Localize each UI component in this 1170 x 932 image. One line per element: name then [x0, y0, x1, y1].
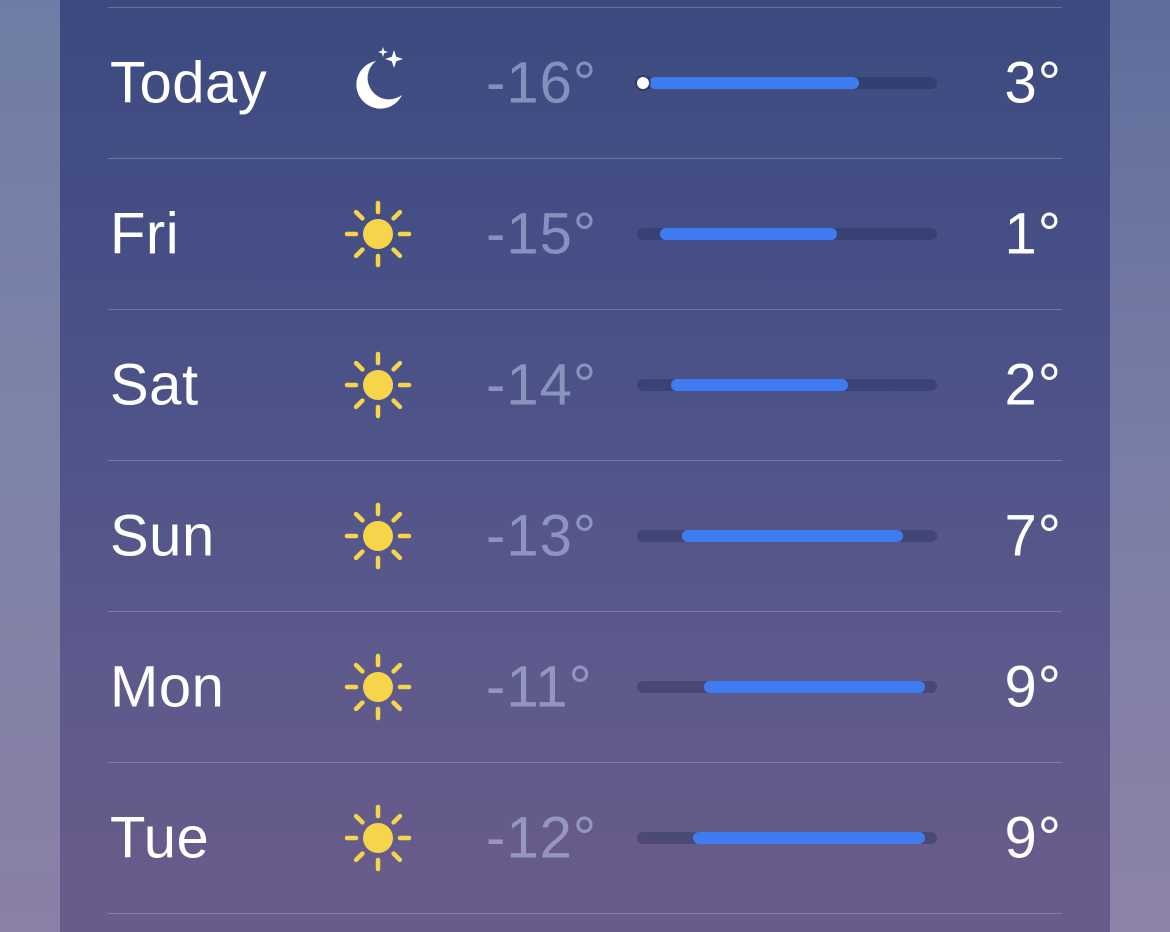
low-temp: -16°	[486, 50, 598, 116]
forecast-row-tue[interactable]: Tue -12° 9°	[108, 763, 1062, 913]
high-temp: 3°	[1004, 50, 1062, 116]
forecast-row-today[interactable]: Today -16° 3°	[108, 8, 1062, 158]
day-label: Sun	[110, 503, 215, 569]
sun-icon	[342, 349, 414, 421]
background-right-edge	[1110, 0, 1170, 932]
high-temp: 2°	[1004, 352, 1062, 418]
low-temp: -14°	[486, 352, 598, 418]
row-divider	[108, 913, 1062, 914]
low-temp: -12°	[486, 805, 598, 871]
temp-range-fill	[649, 77, 859, 89]
temp-range-fill	[660, 228, 837, 240]
forecast-row-fri[interactable]: Fri -15° 1°	[108, 159, 1062, 309]
high-temp: 1°	[1004, 201, 1062, 267]
high-temp: 7°	[1004, 503, 1062, 569]
temp-range-fill	[682, 530, 903, 542]
sun-icon	[342, 500, 414, 572]
sun-icon	[342, 198, 414, 270]
forecast-row-sun[interactable]: Sun -13° 7°	[108, 461, 1062, 611]
day-label: Mon	[110, 654, 225, 720]
forecast-row-mon[interactable]: Mon -11° 9°	[108, 612, 1062, 762]
day-label: Today	[110, 50, 268, 116]
low-temp: -13°	[486, 503, 598, 569]
day-label: Fri	[110, 201, 180, 267]
day-label: Tue	[110, 805, 210, 871]
daily-forecast-panel[interactable]: Today -16° 3° Fri -15° 1° Sat -14° 2° Su…	[60, 0, 1110, 932]
high-temp: 9°	[1004, 654, 1062, 720]
temp-range-bar	[637, 530, 937, 542]
high-temp: 9°	[1004, 805, 1062, 871]
forecast-row-sat[interactable]: Sat -14° 2°	[108, 310, 1062, 460]
low-temp: -15°	[486, 201, 598, 267]
temp-range-fill	[671, 379, 848, 391]
temp-range-fill	[704, 681, 925, 693]
temp-range-bar	[637, 228, 937, 240]
current-temp-indicator	[637, 77, 649, 89]
temp-range-bar	[637, 379, 937, 391]
temp-range-bar	[637, 681, 937, 693]
day-label: Sat	[110, 352, 199, 418]
sun-icon	[342, 802, 414, 874]
temp-range-bar	[637, 832, 937, 844]
background-left-edge	[0, 0, 60, 932]
temp-range-fill	[693, 832, 925, 844]
low-temp: -11°	[486, 654, 593, 720]
temp-range-bar	[637, 77, 937, 89]
sun-icon	[342, 651, 414, 723]
moon-stars-icon	[342, 47, 414, 119]
